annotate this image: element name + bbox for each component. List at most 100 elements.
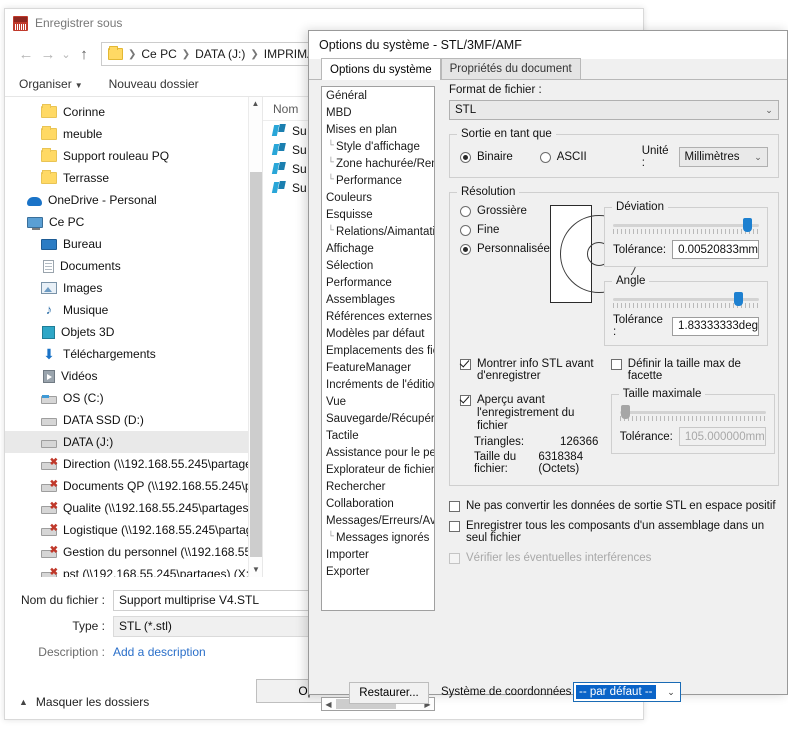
options-tree-item-10[interactable]: Sélection [322, 257, 434, 274]
tree-item-16[interactable]: Direction (\\192.168.55.245\partages\hom… [5, 453, 262, 475]
hide-folders-toggle[interactable]: ▲ Masquer les dossiers [19, 695, 149, 709]
tree-item-17[interactable]: Documents QP (\\192.168.55.245\partages [5, 475, 262, 497]
tree-item-8[interactable]: Images [5, 277, 262, 299]
tree-item-0[interactable]: Corinne [5, 101, 262, 123]
unit-combo[interactable]: Millimètres ⌄ [678, 147, 769, 167]
options-tree-item-27[interactable]: Importer [322, 546, 434, 563]
radio-custom[interactable]: Personnalisée [460, 243, 550, 255]
options-tree-item-4[interactable]: └Zone hachurée/Remp [322, 155, 434, 172]
recent-locations-button[interactable]: ⌄ [59, 48, 73, 61]
breadcrumb-item-0[interactable]: Ce PC [141, 47, 176, 61]
options-tree-item-5[interactable]: └ Performance [322, 172, 434, 189]
tree-item-20[interactable]: Gestion du personnel (\\192.168.55.245\p… [5, 541, 262, 563]
options-tree-item-8[interactable]: └ Relations/Aimantatio [322, 223, 434, 240]
options-tree-item-23[interactable]: Rechercher [322, 478, 434, 495]
tree-item-6[interactable]: Bureau [5, 233, 262, 255]
options-tree-item-25[interactable]: Messages/Erreurs/Avert [322, 512, 434, 529]
tree-item-2[interactable]: Support rouleau PQ [5, 145, 262, 167]
organiser-button[interactable]: Organiser ▼ [19, 77, 83, 91]
restore-button[interactable]: Restaurer... [349, 682, 429, 704]
angle-slider-thumb[interactable] [734, 292, 744, 306]
options-tree-item-19[interactable]: Sauvegarde/Récupératio [322, 410, 434, 427]
options-tree-item-26[interactable]: └ Messages ignorés [322, 529, 434, 546]
file-format-combo[interactable]: STL ⌄ [449, 100, 779, 120]
options-tree-item-16[interactable]: FeatureManager [322, 359, 434, 376]
tab-document-properties[interactable]: Propriétés du document [440, 58, 581, 79]
options-tree-item-label: Messages/Erreurs/Avert [326, 514, 435, 527]
tree-item-18[interactable]: Qualite (\\192.168.55.245\partages\homes… [5, 497, 262, 519]
scroll-down-icon[interactable]: ▼ [249, 563, 262, 577]
checkbox-preview-before-save[interactable]: Aperçu avant l'enregistrement du fichier [460, 394, 605, 433]
add-description-link[interactable]: Add a description [113, 645, 206, 659]
options-tree-item-2[interactable]: Mises en plan [322, 121, 434, 138]
up-button[interactable]: ↑ [73, 46, 95, 63]
options-tree-item-21[interactable]: Assistance pour le perça [322, 444, 434, 461]
max-size-tolerance-input[interactable]: 105.000000mm [678, 427, 766, 446]
options-tree-item-0[interactable]: Général [322, 87, 434, 104]
max-size-slider[interactable] [619, 405, 766, 423]
coordinate-system-combo[interactable]: -- par défaut -- ⌄ [573, 682, 681, 702]
options-tree-item-7[interactable]: Esquisse [322, 206, 434, 223]
options-tree-item-1[interactable]: MBD [322, 104, 434, 121]
output-as-legend: Sortie en tant que [457, 128, 556, 140]
deviation-slider[interactable] [613, 218, 759, 236]
options-tree-item-18[interactable]: Vue [322, 393, 434, 410]
radio-ascii[interactable]: ASCII [539, 151, 642, 163]
options-tree-item-28[interactable]: Exporter [322, 563, 434, 580]
checkbox-no-positive-space[interactable]: Ne pas convertir les données de sortie S… [449, 500, 779, 512]
options-tree-item-24[interactable]: Collaboration [322, 495, 434, 512]
checkbox-max-facet-size[interactable]: Définir la taille max de facette [610, 358, 775, 382]
tree-item-3[interactable]: Terrasse [5, 167, 262, 189]
options-tree-item-3[interactable]: └ Style d'affichage [322, 138, 434, 155]
radio-binary[interactable]: Binaire [460, 151, 540, 163]
back-button[interactable]: ← [15, 46, 37, 63]
deviation-slider-thumb[interactable] [742, 218, 752, 232]
network-drive-icon [41, 524, 58, 536]
options-tree-item-9[interactable]: Affichage [322, 240, 434, 257]
options-tree-item-13[interactable]: Références externes [322, 308, 434, 325]
tree-item-15[interactable]: DATA (J:) [5, 431, 262, 453]
tree-item-7[interactable]: Documents [5, 255, 262, 277]
deviation-tolerance-input[interactable]: 0.00520833mm [672, 240, 759, 259]
options-category-tree[interactable]: Général MBD Mises en plan └ Style d'affichag… [321, 86, 435, 611]
forward-button[interactable]: → [37, 46, 59, 63]
checkbox-single-file-assembly[interactable]: Enregistrer tous les composants d'un ass… [449, 520, 779, 544]
options-tree-item-label: Esquisse [326, 208, 373, 221]
angle-tolerance-input[interactable]: 1.83333333deg [672, 316, 759, 336]
tree-item-9[interactable]: ♪ Musique [5, 299, 262, 321]
angle-slider[interactable] [613, 292, 759, 310]
tree-item-label: Corinne [63, 105, 106, 119]
new-folder-button[interactable]: Nouveau dossier [109, 77, 199, 91]
scroll-up-icon[interactable]: ▲ [249, 97, 262, 111]
options-tree-item-11[interactable]: Performance [322, 274, 434, 291]
options-tree-item-15[interactable]: Emplacements des fichie [322, 342, 434, 359]
tree-item-10[interactable]: Objets 3D [5, 321, 262, 343]
tree-item-13[interactable]: OS (C:) [5, 387, 262, 409]
tree-item-11[interactable]: ⬇ Téléchargements [5, 343, 262, 365]
radio-coarse[interactable]: Grossière [460, 205, 550, 217]
max-size-slider-thumb[interactable] [621, 405, 631, 419]
options-tree-item-20[interactable]: Tactile [322, 427, 434, 444]
tree-item-1[interactable]: meuble [5, 123, 262, 145]
checkbox-show-stl-info[interactable]: Montrer info STL avant d'enregistrer [460, 358, 605, 382]
options-tree-item-label: Performance [336, 174, 402, 187]
radio-fine[interactable]: Fine [460, 224, 550, 236]
tree-item-21[interactable]: pst (\\192.168.55.245\partages) (X:) [5, 563, 262, 577]
tree-item-4[interactable]: OneDrive - Personal [5, 189, 262, 211]
scrollbar-thumb[interactable] [250, 172, 262, 557]
options-tree-item-12[interactable]: Assemblages [322, 291, 434, 308]
breadcrumb-item-1[interactable]: DATA (J:) [195, 47, 245, 61]
tree-scrollbar[interactable]: ▲ ▼ [248, 97, 262, 577]
column-header-name[interactable]: Nom [273, 102, 298, 116]
tree-item-12[interactable]: Vidéos [5, 365, 262, 387]
tab-system-options[interactable]: Options du système [321, 58, 441, 80]
options-tree-item-6[interactable]: Couleurs [322, 189, 434, 206]
options-tree-item-22[interactable]: Explorateur de fichiers [322, 461, 434, 478]
chevron-down-icon: ⌄ [765, 104, 773, 115]
tree-item-5[interactable]: Ce PC [5, 211, 262, 233]
tree-item-14[interactable]: DATA SSD (D:) [5, 409, 262, 431]
tree-item-19[interactable]: Logistique (\\192.168.55.245\partages\ho… [5, 519, 262, 541]
options-tree-item-17[interactable]: Incréments de l'édition d [322, 376, 434, 393]
options-tree-item-14[interactable]: Modèles par défaut [322, 325, 434, 342]
options-tree-item-label: Zone hachurée/Remp [336, 157, 434, 170]
